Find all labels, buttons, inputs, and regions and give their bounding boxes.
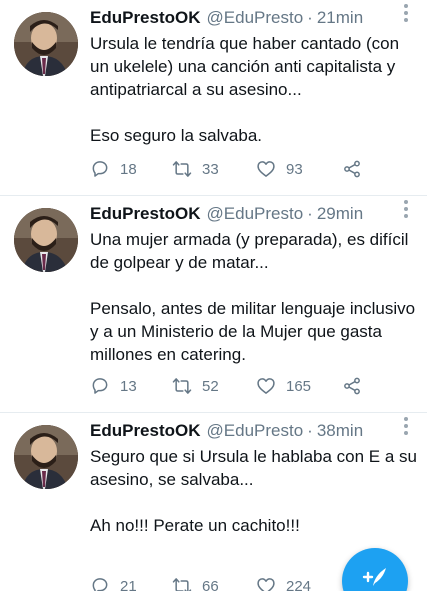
avatar[interactable]	[14, 208, 78, 272]
more-icon[interactable]	[399, 417, 413, 435]
heart-icon	[257, 161, 275, 177]
like-button[interactable]: 93	[256, 159, 342, 179]
tweet-actions: 13 52 165	[90, 374, 380, 398]
retweet-count: 33	[202, 160, 219, 178]
like-count: 93	[286, 160, 303, 178]
share-button[interactable]	[342, 159, 362, 179]
reply-button[interactable]: 21	[90, 576, 172, 591]
tweet-text: Una mujer armada (y preparada), es difíc…	[90, 230, 416, 364]
author-handle[interactable]: @EduPresto	[207, 204, 304, 224]
tweet[interactable]: EduPrestoOK @EduPresto · 29min Una mujer…	[0, 196, 427, 413]
separator-dot: ·	[307, 8, 313, 27]
retweet-icon	[172, 378, 192, 394]
reply-count: 21	[120, 577, 137, 591]
like-button[interactable]: 224	[256, 576, 342, 591]
tweet-header: EduPrestoOK @EduPresto · 21min	[90, 8, 417, 30]
timestamp[interactable]: 29min	[317, 204, 363, 224]
tweet-header: EduPrestoOK @EduPresto · 38min	[90, 421, 417, 443]
tweet-text: Ursula le tendría que haber cantado (con…	[90, 34, 400, 145]
author-handle[interactable]: @EduPresto	[207, 421, 304, 441]
reply-button[interactable]: 13	[90, 376, 172, 396]
tweet-text: Seguro que si Ursula le hablaba con E a …	[90, 447, 417, 535]
heart-icon	[257, 378, 275, 394]
separator-dot: ·	[307, 204, 313, 223]
reply-icon	[92, 161, 108, 177]
retweet-button[interactable]: 52	[172, 376, 256, 396]
author-name[interactable]: EduPrestoOK	[90, 421, 201, 441]
like-count: 165	[286, 377, 312, 395]
timestamp[interactable]: 21min	[317, 8, 363, 28]
separator-dot: ·	[307, 421, 313, 440]
reply-count: 18	[120, 160, 137, 178]
tweet-content: EduPrestoOK @EduPresto · 38min Seguro qu…	[90, 421, 417, 537]
reply-icon	[92, 578, 108, 591]
tweet-actions: 18 33 93	[90, 157, 380, 181]
author-handle[interactable]: @EduPresto	[207, 8, 304, 28]
reply-button[interactable]: 18	[90, 159, 172, 179]
share-icon	[344, 377, 360, 395]
tweet-header: EduPrestoOK @EduPresto · 29min	[90, 204, 417, 226]
timestamp[interactable]: 38min	[317, 421, 363, 441]
more-icon[interactable]	[399, 200, 413, 218]
author-name[interactable]: EduPrestoOK	[90, 204, 201, 224]
author-name[interactable]: EduPrestoOK	[90, 8, 201, 28]
like-button[interactable]: 165	[256, 376, 342, 396]
tweet-actions: 21 66 224	[90, 574, 380, 591]
more-icon[interactable]	[399, 4, 413, 22]
retweet-count: 66	[202, 577, 219, 591]
tweet[interactable]: EduPrestoOK @EduPresto · 21min Ursula le…	[0, 0, 427, 196]
retweet-icon	[172, 578, 192, 591]
retweet-button[interactable]: 66	[172, 576, 256, 591]
tweet-content: EduPrestoOK @EduPresto · 21min Ursula le…	[90, 8, 417, 147]
compose-icon	[362, 568, 386, 586]
retweet-count: 52	[202, 377, 219, 395]
share-icon	[344, 160, 360, 178]
reply-count: 13	[120, 377, 137, 395]
like-count: 224	[286, 577, 312, 591]
tweet-content: EduPrestoOK @EduPresto · 29min Una mujer…	[90, 204, 417, 366]
avatar[interactable]	[14, 12, 78, 76]
timeline: EduPrestoOK @EduPresto · 21min Ursula le…	[0, 0, 427, 591]
avatar[interactable]	[14, 425, 78, 489]
retweet-icon	[172, 161, 192, 177]
heart-icon	[257, 578, 275, 591]
retweet-button[interactable]: 33	[172, 159, 256, 179]
reply-icon	[92, 378, 108, 394]
share-button[interactable]	[342, 376, 362, 396]
